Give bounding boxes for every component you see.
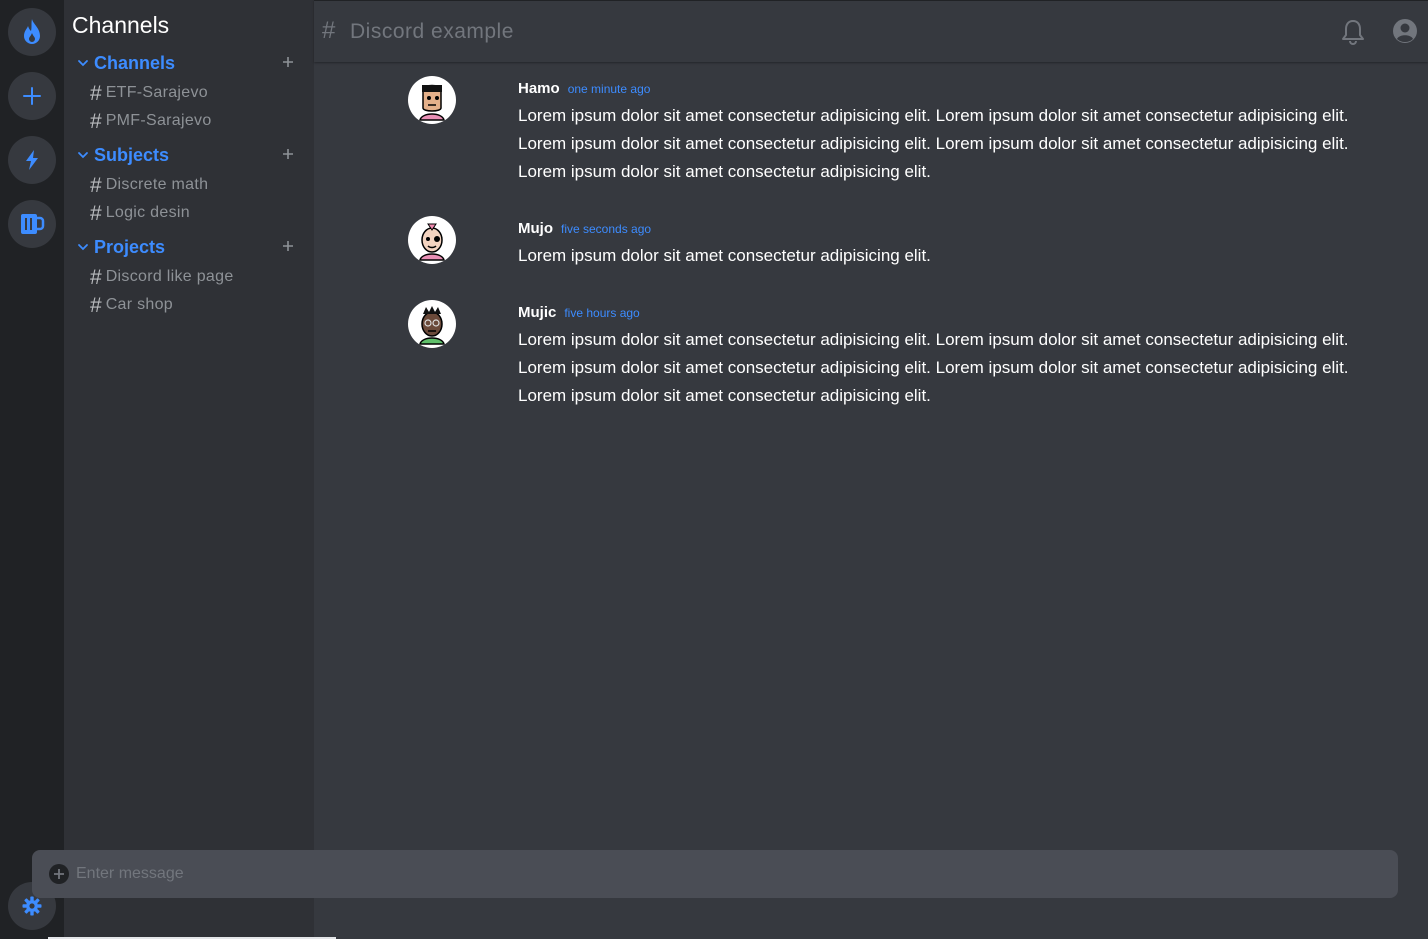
- chevron-down-icon: [78, 60, 88, 67]
- bell-icon[interactable]: [1340, 18, 1366, 46]
- channel-discord-like-page[interactable]: # Discord like page: [90, 265, 234, 289]
- avatar[interactable]: [408, 76, 456, 124]
- avatar-hamo-icon: [419, 84, 445, 121]
- message-meta: Mujo five seconds ago: [518, 216, 1378, 242]
- lightning-server-button[interactable]: [8, 136, 56, 184]
- message-author[interactable]: Mujo: [518, 220, 553, 237]
- avatar[interactable]: [408, 300, 456, 348]
- avatar-mujic-icon: [419, 306, 445, 345]
- message-author[interactable]: Hamo: [518, 80, 560, 97]
- channel-car-shop[interactable]: # Car shop: [90, 293, 173, 317]
- category-projects[interactable]: Projects: [76, 235, 306, 259]
- add-channel-icon[interactable]: [280, 146, 296, 162]
- mug-icon: [21, 214, 45, 234]
- hash-icon: #: [90, 265, 102, 289]
- channel-title: Discord example: [350, 20, 514, 43]
- message-timestamp: five seconds ago: [561, 222, 652, 236]
- server-rail: [0, 0, 64, 939]
- add-server-button[interactable]: [8, 72, 56, 120]
- fire-icon: [24, 19, 40, 44]
- channel-label: Car shop: [105, 296, 174, 313]
- chevron-down-icon: [78, 244, 88, 251]
- channel-logic-desin[interactable]: # Logic desin: [90, 201, 190, 225]
- hash-icon: #: [90, 201, 102, 225]
- category-channels[interactable]: Channels: [76, 51, 306, 75]
- message-composer: [32, 850, 1398, 898]
- message-timestamp: five hours ago: [564, 306, 640, 320]
- channel-label: Discrete math: [105, 176, 209, 193]
- add-channel-icon[interactable]: [280, 238, 296, 254]
- home-server-button[interactable]: [8, 8, 56, 56]
- gear-icon: [22, 896, 42, 916]
- user-circle-icon[interactable]: [1392, 18, 1418, 44]
- add-attachment-icon[interactable]: [48, 863, 70, 885]
- add-channel-icon[interactable]: [280, 54, 296, 70]
- message-body: Hamo one minute ago Lorem ipsum dolor si…: [518, 76, 1378, 186]
- hash-icon: #: [90, 109, 102, 133]
- sidebar-title: Channels: [72, 12, 170, 38]
- category-subjects[interactable]: Subjects: [76, 143, 306, 167]
- hash-icon: #: [322, 17, 336, 44]
- lightning-icon: [26, 150, 38, 170]
- message-meta: Mujic five hours ago: [518, 300, 1378, 326]
- hash-icon: #: [90, 81, 102, 105]
- category-label: Channels: [94, 52, 176, 73]
- message-body: Mujo five seconds ago Lorem ipsum dolor …: [518, 216, 1378, 270]
- channel-pmf-sarajevo[interactable]: # PMF-Sarajevo: [90, 109, 212, 133]
- avatar-mujo-icon: [419, 223, 445, 261]
- channel-discrete-math[interactable]: # Discrete math: [90, 173, 208, 197]
- hash-icon: #: [90, 293, 102, 317]
- message-author[interactable]: Mujic: [518, 304, 556, 321]
- channel-etf-sarajevo[interactable]: # ETF-Sarajevo: [90, 81, 208, 105]
- message-meta: Hamo one minute ago: [518, 76, 1378, 102]
- channel-label: Discord like page: [105, 268, 234, 285]
- message-text: Lorem ipsum dolor sit amet consectetur a…: [518, 106, 1349, 181]
- plus-icon: [23, 87, 41, 105]
- channel-label: Logic desin: [105, 204, 190, 221]
- channel-sidebar: Channels Channels # ETF-Sarajevo # PMF-S…: [64, 0, 314, 939]
- message-body: Mujic five hours ago Lorem ipsum dolor s…: [518, 300, 1378, 410]
- message-text: Lorem ipsum dolor sit amet consectetur a…: [518, 246, 931, 265]
- category-label: Projects: [94, 236, 166, 257]
- channel-label: PMF-Sarajevo: [105, 112, 212, 129]
- mug-server-button[interactable]: [8, 200, 56, 248]
- category-label: Subjects: [94, 144, 170, 165]
- message-input[interactable]: [76, 858, 1376, 890]
- hash-icon: #: [90, 173, 102, 197]
- message-timestamp: one minute ago: [567, 82, 651, 96]
- channel-header: # Discord example: [314, 0, 1428, 62]
- channel-label: ETF-Sarajevo: [105, 84, 208, 101]
- message-text: Lorem ipsum dolor sit amet consectetur a…: [518, 330, 1349, 405]
- chevron-down-icon: [78, 152, 88, 159]
- avatar[interactable]: [408, 216, 456, 264]
